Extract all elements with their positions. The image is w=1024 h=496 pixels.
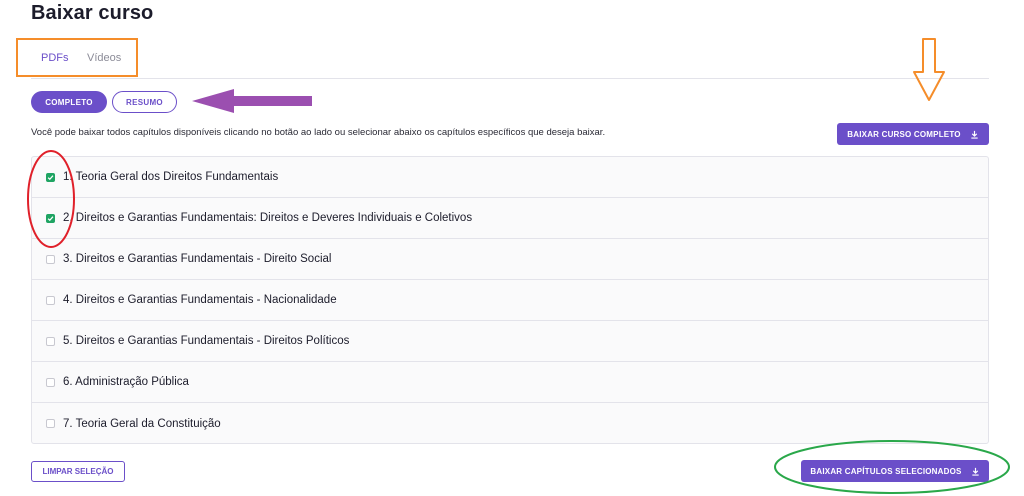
chapter-row-6[interactable]: 6. Administração Pública bbox=[32, 362, 988, 403]
chapter-label-3: 3. Direitos e Garantias Fundamentais - D… bbox=[63, 253, 332, 265]
chapter-label-2: 2. Direitos e Garantias Fundamentais: Di… bbox=[63, 212, 473, 224]
tab-bar: PDFs Vídeos bbox=[31, 46, 989, 79]
chapter-checkbox-6[interactable] bbox=[46, 377, 55, 387]
chapter-label-5: 5. Direitos e Garantias Fundamentais - D… bbox=[63, 335, 350, 347]
chapter-row-3[interactable]: 3. Direitos e Garantias Fundamentais - D… bbox=[32, 239, 988, 280]
chapter-label-7: 7. Teoria Geral da Constituição bbox=[63, 417, 221, 430]
chapter-checkbox-5[interactable] bbox=[46, 336, 55, 346]
checkbox-annotation-ellipse bbox=[27, 150, 75, 248]
chapter-row-5[interactable]: 5. Direitos e Garantias Fundamentais - D… bbox=[32, 321, 988, 362]
page-title: Baixar curso bbox=[31, 2, 154, 24]
chapter-label-1: 1. Teoria Geral dos Direitos Fundamentai… bbox=[63, 171, 279, 183]
chapter-label-6: 6. Administração Pública bbox=[63, 376, 189, 388]
instructions-text: Você pode baixar todos capítulos disponí… bbox=[31, 127, 606, 138]
purple-arrow-icon bbox=[192, 89, 312, 113]
summary-option-button[interactable]: RESUMO bbox=[112, 91, 177, 113]
chapter-checkbox-7[interactable] bbox=[46, 419, 55, 428]
chapter-row-1[interactable]: 1. Teoria Geral dos Direitos Fundamentai… bbox=[32, 157, 988, 198]
chapter-label-4: 4. Direitos e Garantias Fundamentais - N… bbox=[63, 294, 337, 306]
chapter-row-4[interactable]: 4. Direitos e Garantias Fundamentais - N… bbox=[32, 280, 988, 321]
complete-option-button[interactable]: COMPLETO bbox=[31, 91, 107, 113]
download-full-course-button[interactable]: BAIXAR CURSO COMPLETO bbox=[837, 123, 989, 145]
orange-arrow-icon bbox=[913, 38, 945, 101]
chapter-list: 1. Teoria Geral dos Direitos Fundamentai… bbox=[31, 156, 989, 444]
download-icon bbox=[970, 130, 979, 139]
tabs-annotation-box bbox=[16, 38, 138, 77]
download-full-course-label: BAIXAR CURSO COMPLETO bbox=[847, 129, 961, 139]
chapter-checkbox-4[interactable] bbox=[46, 295, 55, 305]
chapter-row-2[interactable]: 2. Direitos e Garantias Fundamentais: Di… bbox=[32, 198, 988, 239]
clear-selection-button[interactable]: LIMPAR SELEÇÃO bbox=[31, 461, 125, 482]
chapter-checkbox-3[interactable] bbox=[46, 254, 55, 264]
download-selected-annotation-ellipse bbox=[774, 440, 1010, 494]
